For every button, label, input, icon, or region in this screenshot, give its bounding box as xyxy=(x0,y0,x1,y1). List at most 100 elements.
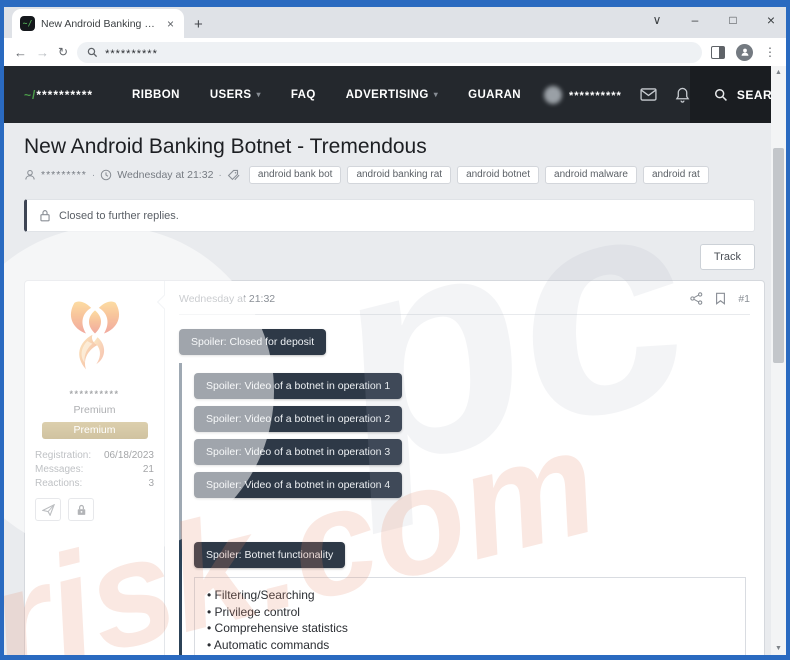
premium-badge: Premium xyxy=(41,422,148,439)
user-avatar xyxy=(544,85,562,104)
author-stats: Registration: 06/18/2023 Messages: 21 Re… xyxy=(35,447,154,489)
post-number[interactable]: #1 xyxy=(738,293,750,305)
back-icon[interactable]: ← xyxy=(14,45,27,60)
share-icon[interactable] xyxy=(690,292,703,305)
thread-meta: ********* · Wednesday at 21:32 · android… xyxy=(24,166,755,184)
page-title: New Android Banking Botnet - Tremendous xyxy=(24,135,427,158)
thread-header: New Android Banking Botnet - Tremendous … xyxy=(4,123,771,184)
window-close-icon[interactable]: × xyxy=(764,12,778,28)
video-spoiler-list: Spoiler: Video of a botnet in operation … xyxy=(194,373,750,498)
forum-navbar: ~/********** RIBBON USERS ▾ FAQ ADVERTISI… xyxy=(4,66,771,123)
site-favicon-icon: ~/ xyxy=(20,16,35,31)
post-date[interactable]: Wednesday at 21:32 xyxy=(179,293,690,305)
page-viewport: ~/********** RIBBON USERS ▾ FAQ ADVERTISI… xyxy=(4,66,786,655)
post-actions: #1 xyxy=(690,292,750,305)
nav-username: ********** xyxy=(569,89,622,102)
nav-search-button[interactable]: SEARCH xyxy=(689,66,771,123)
toolbar-right: ⋮ xyxy=(711,43,776,61)
feature-list: Filtering/Searching Privilege control Co… xyxy=(207,587,733,655)
scroll-up-icon[interactable]: ▲ xyxy=(771,69,786,76)
scroll-down-icon[interactable]: ▼ xyxy=(771,645,786,652)
meta-separator: · xyxy=(91,169,96,181)
clock-icon xyxy=(101,169,112,181)
closed-notice-text: Closed to further replies. xyxy=(59,209,179,222)
nav-item-advertising[interactable]: ADVERTISING ▾ xyxy=(331,89,453,101)
functionality-box: Filtering/Searching Privilege control Co… xyxy=(194,577,746,655)
chevron-down-icon: ▾ xyxy=(433,90,439,99)
tag-android-banking-rat[interactable]: android banking rat xyxy=(347,166,452,184)
side-panel-icon[interactable] xyxy=(711,45,725,59)
feature-item: Filtering/Searching xyxy=(207,587,733,604)
chevron-down-icon: ▾ xyxy=(256,90,261,99)
browser-titlebar: ~/ New Android Banking Botnet - Tr × + ∨… xyxy=(4,7,786,38)
window-maximize-icon[interactable]: □ xyxy=(726,13,740,27)
forum-page: ~/********** RIBBON USERS ▾ FAQ ADVERTISI… xyxy=(4,66,771,655)
closed-notice: Closed to further replies. xyxy=(24,199,755,232)
telegram-paper-plane-button[interactable] xyxy=(35,498,61,521)
forum-logo[interactable]: ~/********** xyxy=(24,88,93,102)
messages-envelope-icon[interactable] xyxy=(640,88,657,101)
tab-title: New Android Banking Botnet - Tr xyxy=(41,17,159,30)
spoiler-video-3-button[interactable]: Spoiler: Video of a botnet in operation … xyxy=(194,439,403,465)
search-label: SEARCH xyxy=(736,87,771,102)
reload-icon[interactable]: ↻ xyxy=(58,45,68,59)
new-tab-button[interactable]: + xyxy=(194,16,203,33)
bookmark-icon[interactable] xyxy=(715,292,726,305)
spoiler-video-4-button[interactable]: Spoiler: Video of a botnet in operation … xyxy=(194,472,403,498)
window-controls: ∨ – □ × xyxy=(650,9,778,31)
tag-android-rat[interactable]: android rat xyxy=(642,166,709,184)
url-text: ********** xyxy=(105,47,158,60)
feature-item: Phishing xyxy=(207,653,733,655)
window-restore-icon[interactable]: ∨ xyxy=(650,13,664,27)
browser-menu-icon[interactable]: ⋮ xyxy=(764,45,776,59)
feature-item: Automatic commands xyxy=(207,637,733,654)
address-bar[interactable]: ********** xyxy=(77,41,702,63)
author-rank: Premium xyxy=(73,404,116,416)
nav-menu: RIBBON USERS ▾ FAQ ADVERTISING ▾ GUARAN xyxy=(117,89,536,101)
nav-item-users[interactable]: USERS ▾ xyxy=(195,89,276,101)
post-card: ********** Premium Premium Registration:… xyxy=(24,280,765,655)
padlock-button[interactable] xyxy=(68,498,94,521)
scrollbar-thumb[interactable] xyxy=(773,148,784,363)
window-minimize-icon[interactable]: – xyxy=(688,13,702,27)
spoiler-functionality-button[interactable]: Spoiler: Botnet functionality xyxy=(194,542,346,568)
author-contact-icons xyxy=(35,498,94,521)
browser-window: ~/ New Android Banking Botnet - Tr × + ∨… xyxy=(0,0,790,660)
stat-reactions: Reactions: 3 xyxy=(35,478,154,489)
feature-item: Privilege control xyxy=(207,604,733,621)
logo-prefix: ~/ xyxy=(24,87,37,102)
alerts-bell-icon[interactable] xyxy=(675,87,690,103)
post-author-name[interactable]: ********** xyxy=(69,389,119,399)
nav-item-guarantor[interactable]: GUARAN xyxy=(453,89,536,101)
logo-name: ********** xyxy=(36,87,94,102)
profile-avatar-icon[interactable] xyxy=(736,43,753,61)
search-icon xyxy=(714,88,727,101)
meta-separator: · xyxy=(218,169,222,181)
nav-item-ribbon[interactable]: RIBBON xyxy=(117,89,195,101)
page-scrollbar[interactable]: ▲ ▼ xyxy=(771,66,786,655)
spoiler-video-1-button[interactable]: Spoiler: Video of a botnet in operation … xyxy=(194,373,403,399)
tab-close-icon[interactable]: × xyxy=(165,17,176,31)
thread-date[interactable]: Wednesday at 21:32 xyxy=(117,169,213,181)
search-icon xyxy=(87,47,98,57)
tag-list: android bank bot android banking rat and… xyxy=(248,166,709,184)
thread-author[interactable]: ********* xyxy=(41,169,87,181)
browser-tab[interactable]: ~/ New Android Banking Botnet - Tr × xyxy=(12,9,184,38)
spoiler-closed-deposit-button[interactable]: Spoiler: Closed for deposit xyxy=(179,329,327,355)
post-header: Wednesday at 21:32 #1 xyxy=(179,292,750,305)
tag-android-bank-bot[interactable]: android bank bot xyxy=(248,166,342,184)
nav-item-faq[interactable]: FAQ xyxy=(276,89,331,101)
phoenix-avatar[interactable] xyxy=(54,295,136,377)
post-body: Wednesday at 21:32 #1 Spoiler: Closed fo… xyxy=(156,281,764,655)
forward-icon[interactable]: → xyxy=(36,45,49,60)
nav-user-account[interactable]: ********** xyxy=(544,85,622,104)
spoiler-video-2-button[interactable]: Spoiler: Video of a botnet in operation … xyxy=(194,406,403,432)
tag-android-botnet[interactable]: android botnet xyxy=(457,166,540,184)
stat-messages: Messages: 21 xyxy=(35,464,154,475)
lock-icon xyxy=(40,210,50,222)
feature-item: Comprehensive statistics xyxy=(207,620,733,637)
tags-icon xyxy=(227,169,240,180)
tag-android-malware[interactable]: android malware xyxy=(545,166,637,184)
track-button[interactable]: Track xyxy=(699,244,755,270)
